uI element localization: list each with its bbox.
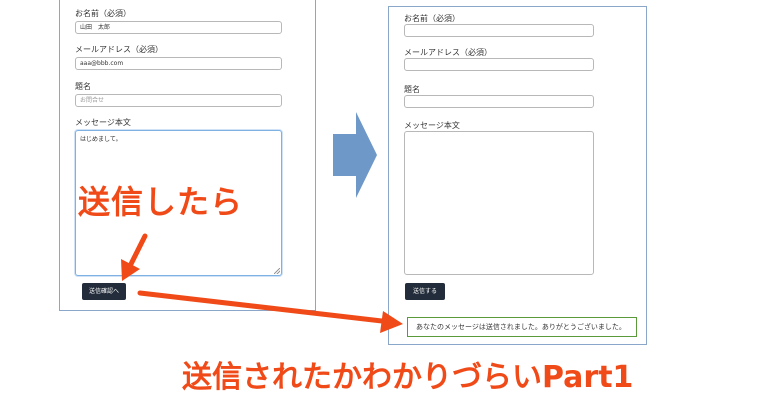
annotation-caption: 送信されたかわかりづらいPart1 bbox=[182, 360, 634, 395]
annotation-after-submit: 送信したら bbox=[78, 183, 244, 221]
flow-arrow-icon bbox=[333, 112, 377, 198]
red-arrow-down-icon bbox=[121, 233, 148, 281]
red-arrow-long-icon bbox=[137, 290, 403, 333]
